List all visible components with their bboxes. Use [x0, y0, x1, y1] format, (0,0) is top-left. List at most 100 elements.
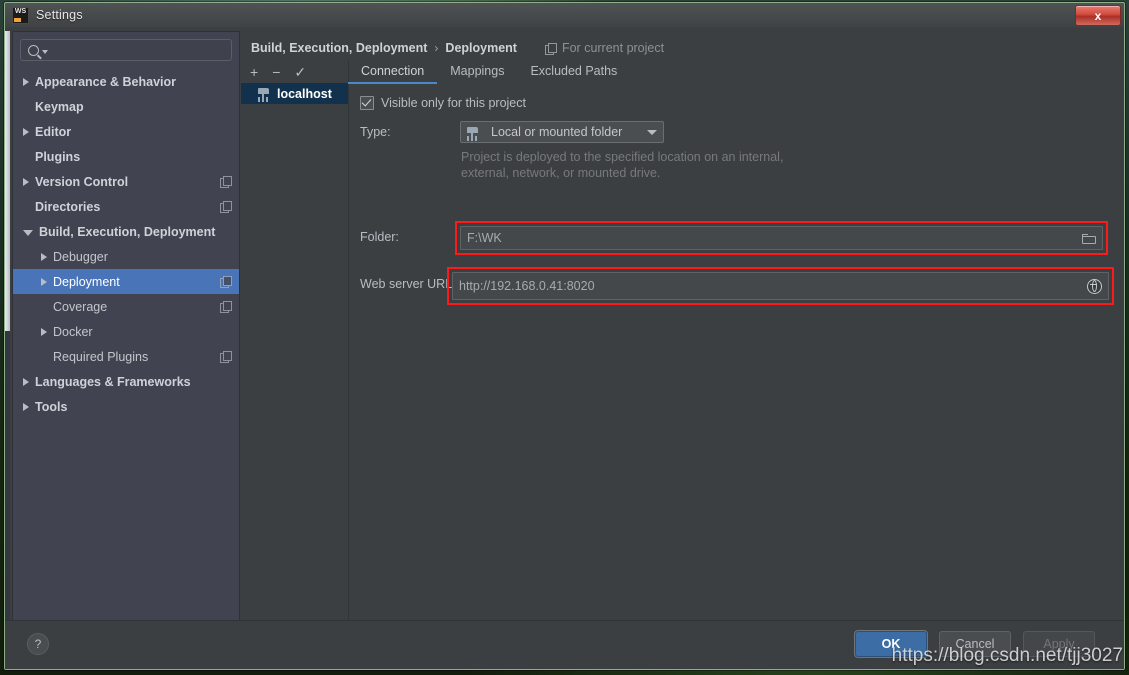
chevron-right-icon[interactable]	[23, 377, 29, 386]
tab-excluded-paths[interactable]: Excluded Paths	[517, 60, 630, 84]
copy-pages-icon	[220, 351, 232, 363]
host-list-item-localhost[interactable]: localhost	[241, 83, 348, 104]
connection-form: Visible only for this project Type: Loca…	[348, 87, 1117, 621]
dialog-titlebar: WS Settings x	[5, 3, 1124, 27]
chevron-down-icon	[42, 50, 48, 54]
chevron-right-icon[interactable]	[23, 77, 29, 86]
folder-open-icon[interactable]	[1082, 233, 1096, 244]
web-server-url-highlight-box: http://192.168.0.41:8020	[447, 267, 1114, 305]
tab-connection[interactable]: Connection	[348, 60, 438, 84]
type-dropdown[interactable]: Local or mounted folder	[460, 121, 664, 143]
dialog-footer: ? OK Cancel Apply	[5, 620, 1124, 669]
sidebar-item-appearance-behavior[interactable]: Appearance & Behavior	[13, 69, 239, 94]
copy-pages-icon	[220, 301, 232, 313]
breadcrumb-leaf: Deployment	[445, 41, 517, 55]
set-default-host-button[interactable]: ✓	[294, 65, 306, 79]
chevron-right-icon[interactable]	[41, 277, 47, 286]
sidebar-item-directories[interactable]: Directories	[13, 194, 239, 219]
copy-pages-icon	[220, 176, 232, 188]
web-server-url-value: http://192.168.0.41:8020	[459, 279, 595, 293]
path-fields-area: Folder: F:\WK Web server URL: http://192…	[348, 181, 1117, 311]
help-button[interactable]: ?	[27, 633, 49, 655]
sidebar-search-wrap	[13, 32, 239, 61]
copy-pages-icon	[220, 276, 232, 288]
sidebar-item-plugins[interactable]: Plugins	[13, 144, 239, 169]
settings-tree: Appearance & Behavior Keymap Editor Plugins…	[13, 69, 239, 419]
chevron-down-icon[interactable]	[23, 230, 33, 236]
sidebar-item-label: Coverage	[53, 299, 108, 314]
chevron-right-icon[interactable]	[23, 127, 29, 136]
sidebar-item-build-execution-deployment[interactable]: Build, Execution, Deployment	[13, 219, 239, 244]
folder-value: F:\WK	[467, 231, 502, 245]
web-server-url-input[interactable]: http://192.168.0.41:8020	[452, 272, 1109, 300]
settings-detail-panel: Build, Execution, Deployment › Deploymen…	[241, 31, 1117, 621]
scope-label: For current project	[561, 41, 665, 55]
network-folder-icon	[467, 126, 480, 138]
sidebar-item-label: Build, Execution, Deployment	[39, 224, 216, 239]
folder-label: Folder:	[360, 230, 399, 244]
search-input[interactable]	[20, 39, 232, 61]
remove-host-button[interactable]: −	[272, 65, 280, 79]
type-hint: Project is deployed to the specified loc…	[461, 149, 891, 181]
breadcrumb-separator: ›	[434, 41, 439, 55]
sidebar-item-label: Debugger	[53, 249, 108, 264]
connection-tabs: Connection Mappings Excluded Paths	[348, 60, 1117, 87]
apply-button[interactable]: Apply	[1023, 631, 1095, 657]
copy-pages-icon	[544, 42, 557, 55]
sidebar-item-label: Tools	[35, 399, 68, 414]
ok-button[interactable]: OK	[855, 631, 927, 657]
sidebar-item-label: Docker	[53, 324, 93, 339]
settings-dialog: WS Settings x Appearance & Behavior Keyma…	[4, 2, 1125, 670]
sidebar-item-label: Languages & Frameworks	[35, 374, 191, 389]
sidebar-item-editor[interactable]: Editor	[13, 119, 239, 144]
type-hint-line1: Project is deployed to the specified loc…	[461, 150, 784, 164]
scope-indicator: For current project	[544, 41, 665, 55]
sidebar-item-keymap[interactable]: Keymap	[13, 94, 239, 119]
visible-only-checkbox[interactable]	[360, 96, 374, 110]
sidebar-item-label: Keymap	[35, 99, 84, 114]
chevron-right-icon[interactable]	[41, 327, 47, 336]
dialog-content: Appearance & Behavior Keymap Editor Plugins…	[5, 27, 1124, 669]
sidebar-item-label: Editor	[35, 124, 72, 139]
host-label: localhost	[277, 86, 332, 101]
sidebar-item-required-plugins[interactable]: Required Plugins	[13, 344, 239, 369]
hosts-toolbar: + − ✓	[241, 60, 348, 83]
sidebar-item-languages-frameworks[interactable]: Languages & Frameworks	[13, 369, 239, 394]
type-hint-line2: external, network, or mounted drive.	[461, 166, 661, 180]
globe-icon[interactable]	[1087, 278, 1102, 294]
sidebar-item-coverage[interactable]: Coverage	[13, 294, 239, 319]
copy-pages-icon	[220, 201, 232, 213]
sidebar-item-version-control[interactable]: Version Control	[13, 169, 239, 194]
search-icon	[28, 44, 39, 56]
webstorm-icon: WS	[12, 6, 29, 24]
sidebar-item-tools[interactable]: Tools	[13, 394, 239, 419]
tab-mappings[interactable]: Mappings	[437, 60, 517, 84]
visible-only-label: Visible only for this project	[381, 96, 526, 110]
settings-sidebar: Appearance & Behavior Keymap Editor Plugins…	[12, 31, 240, 621]
sidebar-item-debugger[interactable]: Debugger	[13, 244, 239, 269]
chevron-right-icon[interactable]	[23, 402, 29, 411]
chevron-right-icon[interactable]	[41, 252, 47, 261]
network-folder-icon	[258, 88, 271, 99]
web-server-url-label: Web server URL:	[360, 277, 456, 291]
sidebar-item-deployment[interactable]: Deployment	[13, 269, 239, 294]
sidebar-item-label: Version Control	[35, 174, 129, 189]
sidebar-scrollbar[interactable]	[5, 31, 10, 621]
chevron-down-icon	[647, 129, 657, 135]
sidebar-item-docker[interactable]: Docker	[13, 319, 239, 344]
breadcrumb-root[interactable]: Build, Execution, Deployment	[251, 41, 427, 55]
chevron-right-icon[interactable]	[23, 177, 29, 186]
breadcrumb: Build, Execution, Deployment › Deploymen…	[251, 41, 664, 55]
dialog-title: Settings	[36, 8, 83, 22]
sidebar-item-label: Required Plugins	[53, 349, 149, 364]
add-host-button[interactable]: +	[250, 65, 258, 79]
sidebar-scrollbar-thumb[interactable]	[5, 31, 10, 331]
type-row: Type: Local or mounted folder	[348, 121, 1117, 143]
folder-input[interactable]: F:\WK	[460, 226, 1103, 250]
type-label: Type:	[360, 125, 391, 139]
sidebar-item-label: Appearance & Behavior	[35, 74, 177, 89]
hosts-column: + − ✓ localhost	[241, 60, 349, 621]
cancel-button[interactable]: Cancel	[939, 631, 1011, 657]
folder-highlight-box: F:\WK	[455, 221, 1108, 255]
close-icon[interactable]: x	[1075, 5, 1121, 26]
